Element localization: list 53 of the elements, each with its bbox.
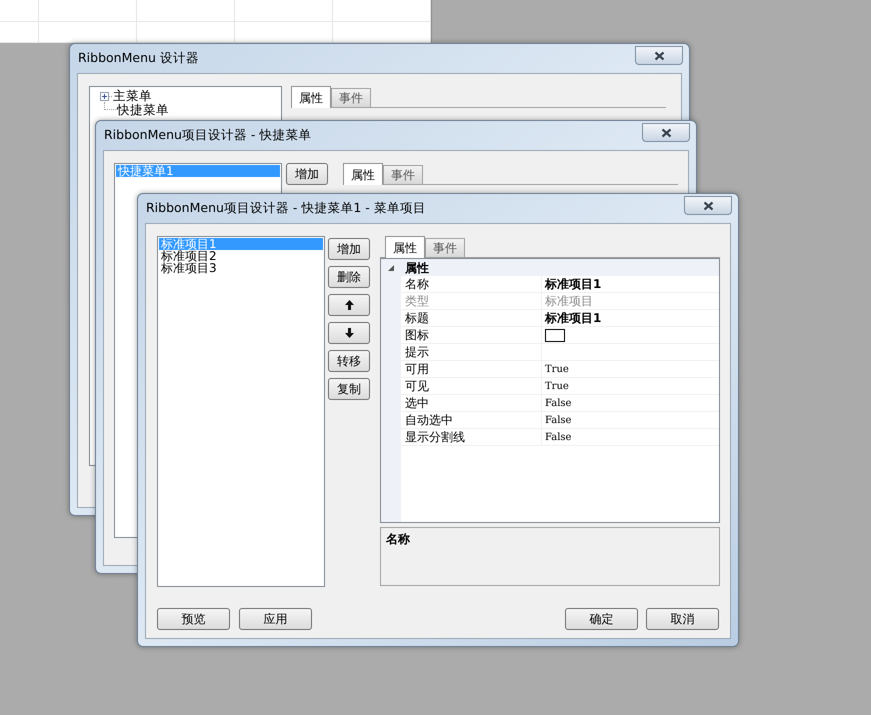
property-value[interactable]: False [545,396,572,410]
close-icon [660,128,672,138]
expand-icon[interactable] [100,92,109,100]
close-icon [702,200,714,210]
property-value[interactable]: 标准项目1 [545,309,602,327]
property-value[interactable]: True [545,378,569,394]
list-item[interactable]: 标准项目2 [159,250,323,262]
button[interactable]: 增加 [286,163,328,185]
button[interactable]: 转移 [328,350,370,372]
button[interactable]: 应用 [239,608,312,630]
window-title: RibbonMenu 设计器 [78,49,199,68]
property-value[interactable]: False [545,412,572,428]
property-name[interactable]: 显示分割线 [401,429,542,446]
tree-item[interactable]: 快捷菜单 [116,100,169,120]
tab[interactable]: 属性 [343,163,383,185]
property-name[interactable]: 图标 [401,327,542,344]
close-button[interactable] [642,123,690,142]
button[interactable]: 取消 [646,608,719,630]
close-button[interactable] [635,46,683,65]
button[interactable]: 删除 [328,266,370,288]
property-name[interactable]: 可见 [401,378,542,395]
property-name[interactable]: 标题 [401,310,542,327]
property-name[interactable]: 提示 [401,344,542,361]
property-name[interactable]: 名称 [401,276,542,293]
image-swatch[interactable] [545,328,565,342]
move-up-button[interactable] [328,294,370,316]
tree-line [104,102,116,110]
close-icon [654,50,664,60]
window-title: RibbonMenu项目设计器 - 快捷菜单 [104,126,312,144]
property-value[interactable]: 标准项目1 [545,275,602,293]
button[interactable]: 确定 [565,608,638,630]
list-item[interactable]: 标准项目3 [159,262,323,274]
tab[interactable]: 属性 [385,236,425,258]
tab[interactable]: 事件 [331,88,371,107]
description-title: 名称 [386,532,410,546]
down-arrow-icon [344,328,354,338]
property-value[interactable]: True [545,362,569,376]
move-down-button[interactable] [328,322,370,344]
tab[interactable]: 事件 [383,165,423,184]
property-name[interactable]: 自动选中 [401,412,542,429]
property-name[interactable]: 可用 [401,361,542,378]
property-name[interactable]: 选中 [401,395,542,412]
tab[interactable]: 属性 [291,86,331,108]
category-label: 属性 [404,260,429,276]
window-title: RibbonMenu项目设计器 - 快捷菜单1 - 菜单项目 [146,199,426,218]
property-value[interactable]: False [545,430,572,444]
button[interactable]: 增加 [328,238,370,260]
button[interactable]: 预览 [157,608,230,630]
up-arrow-icon [344,300,354,310]
collapse-icon[interactable] [388,264,394,270]
tab[interactable]: 事件 [425,238,465,257]
close-button[interactable] [684,196,732,215]
button[interactable]: 复制 [328,378,370,400]
